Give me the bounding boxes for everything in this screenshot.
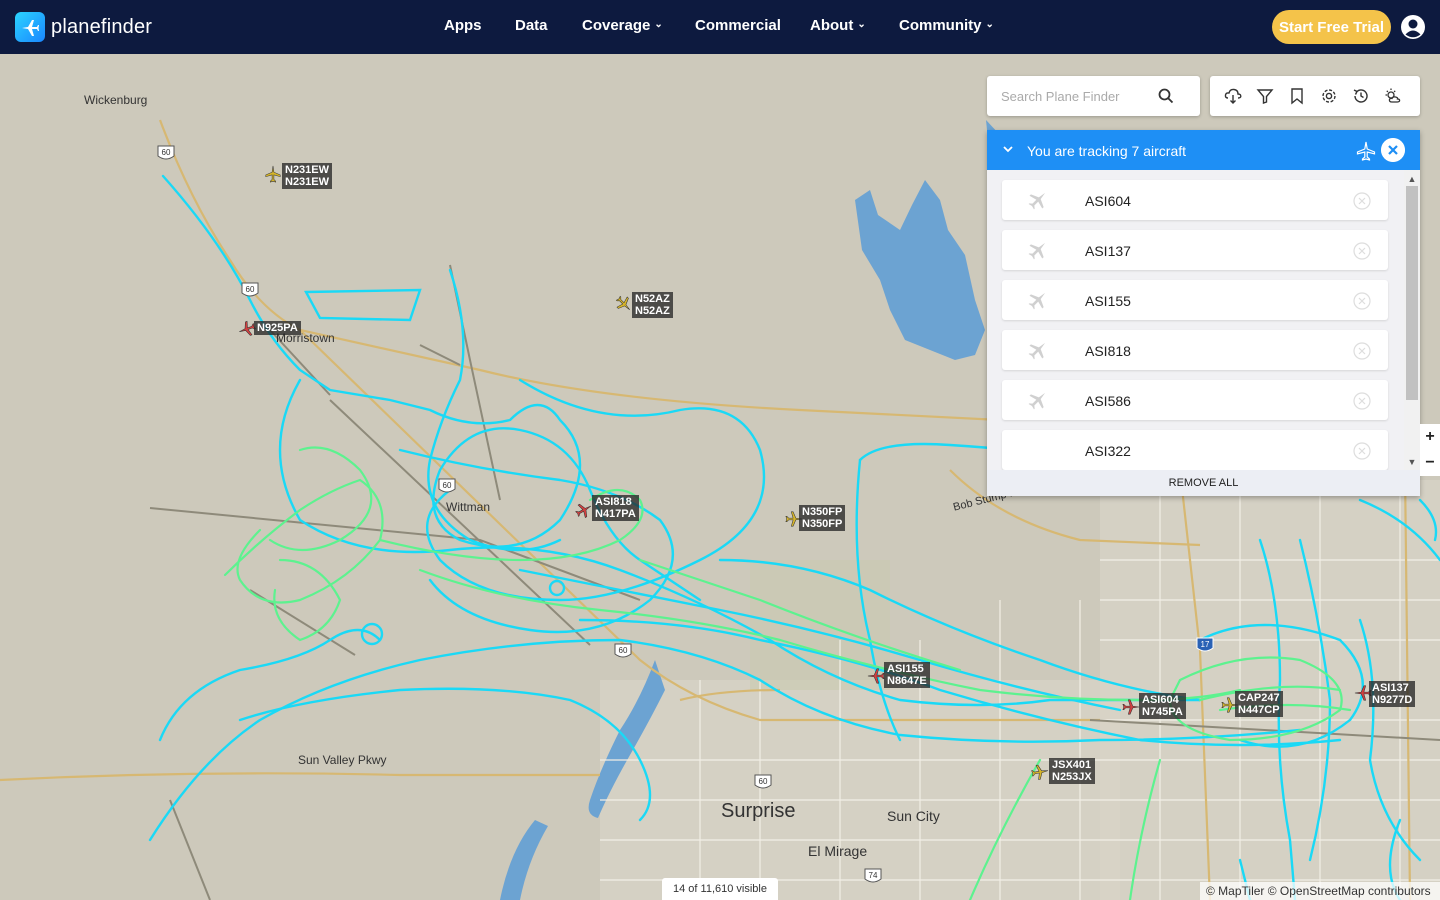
nav-coverage-label: Coverage [582, 17, 651, 34]
place-wittmann: Wittman [446, 500, 491, 514]
close-icon[interactable] [1381, 138, 1405, 162]
search-input[interactable] [1001, 86, 1161, 106]
tracked-aircraft-row[interactable]: ASI155 [1002, 280, 1388, 320]
nav-community-label: Community [899, 17, 982, 34]
svg-text:17: 17 [1201, 640, 1210, 649]
top-navigation-bar: planefinder Apps Data Coverage ⌄ Commerci… [0, 0, 1440, 54]
plane-icon [1028, 242, 1046, 260]
tracked-aircraft-callsign: ASI322 [1085, 443, 1131, 459]
tracking-panel: You are tracking 7 aircraft ASI604 ASI13… [987, 130, 1420, 496]
svg-text:60: 60 [162, 148, 171, 157]
tracking-title: You are tracking 7 aircraft [1027, 143, 1187, 159]
tracked-aircraft-callsign: ASI604 [1085, 193, 1131, 209]
main-menu: Apps Data Coverage ⌄ Commercial About ⌄ Co… [0, 0, 1440, 54]
nav-coverage[interactable]: Coverage ⌄ [582, 17, 663, 34]
svg-text:60: 60 [246, 285, 255, 294]
place-sun-city: Sun City [887, 808, 940, 824]
tracked-aircraft-row[interactable]: ASI604 [1002, 180, 1388, 220]
plane-icon [1356, 141, 1376, 161]
aircraft-label: CAP247 N447CP [1235, 691, 1283, 717]
plane-icon [265, 165, 281, 183]
road-sun-valley-pkwy: Sun Valley Pkwy [298, 753, 387, 767]
nav-apps-label: Apps [444, 17, 482, 34]
scroll-up-icon[interactable]: ▲ [1406, 173, 1418, 185]
remove-icon[interactable] [1353, 192, 1371, 210]
aircraft-label: N52AZ N52AZ [632, 292, 673, 318]
nav-community[interactable]: Community ⌄ [899, 17, 994, 34]
tracked-aircraft-row[interactable]: ASI818 [1002, 330, 1388, 370]
aircraft-label: N925PA [254, 321, 301, 335]
plane-icon [1031, 764, 1049, 780]
remove-icon[interactable] [1353, 342, 1371, 360]
list-scrollbar-thumb[interactable] [1406, 186, 1418, 400]
plane-icon [1122, 699, 1140, 715]
aircraft-label: ASI818 N417PA [592, 495, 639, 521]
tracked-aircraft-row[interactable]: ASI322 [1002, 430, 1388, 470]
search-icon[interactable] [1157, 87, 1175, 105]
gear-icon[interactable] [1320, 87, 1338, 105]
svg-text:60: 60 [759, 777, 768, 786]
remove-all-button[interactable]: REMOVE ALL [987, 470, 1420, 496]
plane-icon [1028, 392, 1046, 410]
tracked-aircraft-callsign: ASI818 [1085, 343, 1131, 359]
map-toolbar [1210, 76, 1420, 116]
svg-text:74: 74 [869, 871, 878, 880]
tracked-aircraft-row[interactable]: ASI586 [1002, 380, 1388, 420]
scroll-down-icon[interactable]: ▼ [1406, 456, 1418, 468]
plane-icon [615, 295, 630, 310]
nav-about[interactable]: About ⌄ [810, 17, 866, 34]
tracked-aircraft-row[interactable]: ASI137 [1002, 230, 1388, 270]
nav-commercial[interactable]: Commercial [695, 17, 781, 34]
place-el-mirage: El Mirage [808, 843, 868, 859]
remove-icon[interactable] [1353, 292, 1371, 310]
visible-count: 14 of 11,610 visible [662, 878, 778, 900]
weather-icon[interactable] [1384, 87, 1402, 105]
tracked-aircraft-list: ASI604 ASI137 ASI155 ASI818 ASI586 ASI32… [987, 170, 1420, 470]
start-free-trial-button[interactable]: Start Free Trial [1272, 10, 1391, 44]
nav-data-label: Data [515, 17, 548, 34]
place-surprise: Surprise [721, 800, 796, 822]
tracking-panel-header: You are tracking 7 aircraft [987, 130, 1420, 170]
nav-apps[interactable]: Apps [444, 17, 482, 34]
chevron-down-icon: ⌄ [654, 19, 663, 30]
tracked-aircraft-callsign: ASI155 [1085, 293, 1131, 309]
plane-icon [1028, 342, 1046, 360]
aircraft-label: ASI604 N745PA [1139, 693, 1186, 719]
zoom-out-button[interactable]: − [1420, 450, 1440, 476]
nav-about-label: About [810, 17, 854, 34]
place-wickenburg: Wickenburg [84, 93, 148, 107]
remove-icon[interactable] [1353, 392, 1371, 410]
svg-text:60: 60 [443, 481, 452, 490]
nav-commercial-label: Commercial [695, 17, 781, 34]
chevron-down-icon: ⌄ [985, 19, 994, 30]
filter-icon[interactable] [1256, 87, 1274, 105]
tracked-aircraft-callsign: ASI586 [1085, 393, 1131, 409]
aircraft-label: N231EW N231EW [282, 163, 333, 189]
bookmark-icon[interactable] [1288, 87, 1306, 105]
zoom-in-button[interactable]: + [1420, 424, 1440, 450]
aircraft-label: ASI155 N8647E [884, 662, 930, 688]
remove-icon[interactable] [1353, 242, 1371, 260]
aircraft-label: N350FP N350FP [799, 505, 846, 531]
search-box [987, 76, 1200, 116]
plane-icon [867, 668, 885, 684]
tracked-aircraft-callsign: ASI137 [1085, 243, 1131, 259]
history-icon[interactable] [1352, 87, 1370, 105]
plane-icon [1028, 292, 1046, 310]
chevron-down-icon[interactable] [1001, 142, 1015, 156]
aircraft-label: JSX401 N253JX [1049, 758, 1095, 784]
cloud-icon[interactable] [1224, 87, 1242, 105]
aircraft-label: ASI137 N9277D [1369, 681, 1416, 707]
map-attribution[interactable]: © MapTiler © OpenStreetMap contributors [1200, 882, 1440, 900]
remove-icon[interactable] [1353, 442, 1371, 460]
zoom-control: + − [1420, 424, 1440, 476]
account-icon[interactable] [1400, 14, 1426, 40]
plane-icon [575, 503, 592, 518]
svg-text:60: 60 [619, 646, 628, 655]
plane-icon [1028, 192, 1046, 210]
nav-data[interactable]: Data [515, 17, 548, 34]
chevron-down-icon: ⌄ [857, 19, 866, 30]
